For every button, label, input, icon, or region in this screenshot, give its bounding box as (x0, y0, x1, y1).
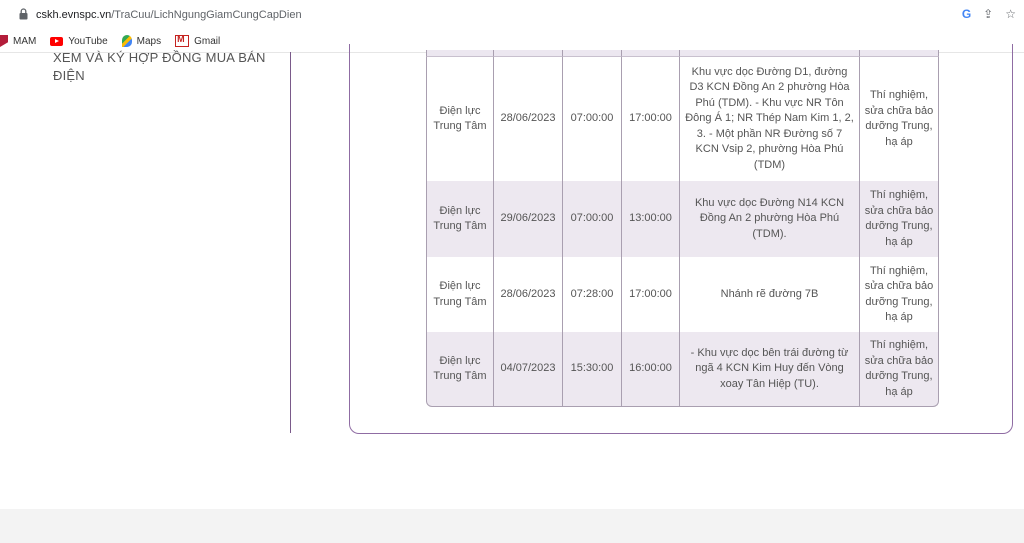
cell-area: - Khu vực dọc bên trái đường từ ngã 4 KC… (680, 332, 860, 407)
lock-icon[interactable] (19, 8, 28, 20)
google-lens-icon[interactable]: G (962, 7, 971, 21)
table-row-partial (426, 50, 939, 57)
cell-unit: Điện lực Trung Tâm (426, 332, 494, 407)
cell-area: Nhánh rẽ đường 7B (680, 257, 860, 332)
address-bar[interactable]: cskh.evnspc.vn/TraCuu/LichNgungGiamCungC… (0, 0, 1024, 30)
cell-reason: Thí nghiệm, sửa chữa bảo dưỡng Trung, hạ… (860, 57, 939, 181)
cell-start-time: 07:00:00 (563, 181, 622, 257)
cell-start-time: 15:30:00 (563, 332, 622, 407)
cell-reason: Thí nghiệm, sửa chữa bảo dưỡng Trung, hạ… (860, 181, 939, 257)
cell-end-time: 13:00:00 (622, 181, 680, 257)
page-footer (0, 509, 1024, 543)
table-row: Điện lực Trung Tâm 28/06/2023 07:00:00 1… (426, 57, 939, 181)
cell-date: 28/06/2023 (494, 257, 563, 332)
table-row: Điện lực Trung Tâm 29/06/2023 07:00:00 1… (426, 181, 939, 257)
bookmark-label: YouTube (68, 35, 108, 47)
cell-area: Khu vực dọc Đường D1, đường D3 KCN Đồng … (680, 57, 860, 181)
cell-date: 29/06/2023 (494, 181, 563, 257)
youtube-icon (50, 36, 64, 46)
cell-reason: Thí nghiệm, sửa chữa bảo dưỡng Trung, hạ… (860, 332, 939, 407)
cell-date: 04/07/2023 (494, 332, 563, 407)
maps-icon (121, 35, 132, 47)
address-bar-actions: G ⇪ ☆ (962, 7, 1016, 21)
table-row: Điện lực Trung Tâm 04/07/2023 15:30:00 1… (426, 332, 939, 407)
sidebar-link-contract[interactable]: XEM VÀ KÝ HỢP ĐỒNG MUA BÁN ĐIỆN (53, 49, 273, 85)
sidebar-divider (290, 52, 291, 433)
gmail-icon (175, 34, 190, 47)
cell-unit: Điện lực Trung Tâm (426, 257, 494, 332)
cell-start-time: 07:00:00 (563, 57, 622, 181)
table-row: Điện lực Trung Tâm 28/06/2023 07:28:00 1… (426, 257, 939, 332)
bookmark-label: Gmail (194, 35, 221, 47)
cell-end-time: 16:00:00 (622, 332, 680, 407)
bookmark-gmail[interactable]: Gmail (175, 34, 221, 47)
cell-end-time: 17:00:00 (622, 257, 680, 332)
cell-end-time: 17:00:00 (622, 57, 680, 181)
bookmark-label: MAM (13, 35, 37, 47)
cell-unit: Điện lực Trung Tâm (426, 57, 494, 181)
cell-reason: Thí nghiệm, sửa chữa bảo dưỡng Trung, hạ… (860, 257, 939, 332)
outage-schedule-table: Điện lực Trung Tâm 28/06/2023 07:00:00 1… (426, 50, 939, 407)
cell-date: 28/06/2023 (494, 57, 563, 181)
url-host: cskh.evnspc.vn (36, 9, 112, 21)
bookmark-maps[interactable]: Maps (121, 35, 162, 47)
url-text[interactable]: cskh.evnspc.vn/TraCuu/LichNgungGiamCungC… (36, 9, 302, 21)
bookmark-mam[interactable]: MAM (0, 35, 36, 47)
bookmark-youtube[interactable]: YouTube (50, 35, 108, 47)
share-icon[interactable]: ⇪ (983, 7, 993, 21)
cell-start-time: 07:28:00 (563, 257, 622, 332)
url-path: /TraCuu/LichNgungGiamCungCapDien (111, 9, 302, 21)
mam-logo-icon (0, 35, 8, 47)
bookmark-label: Maps (136, 35, 162, 47)
cell-area: Khu vực dọc Đường N14 KCN Đồng An 2 phườ… (680, 181, 860, 257)
cell-unit: Điện lực Trung Tâm (426, 181, 494, 257)
bookmark-star-icon[interactable]: ☆ (1005, 7, 1016, 21)
